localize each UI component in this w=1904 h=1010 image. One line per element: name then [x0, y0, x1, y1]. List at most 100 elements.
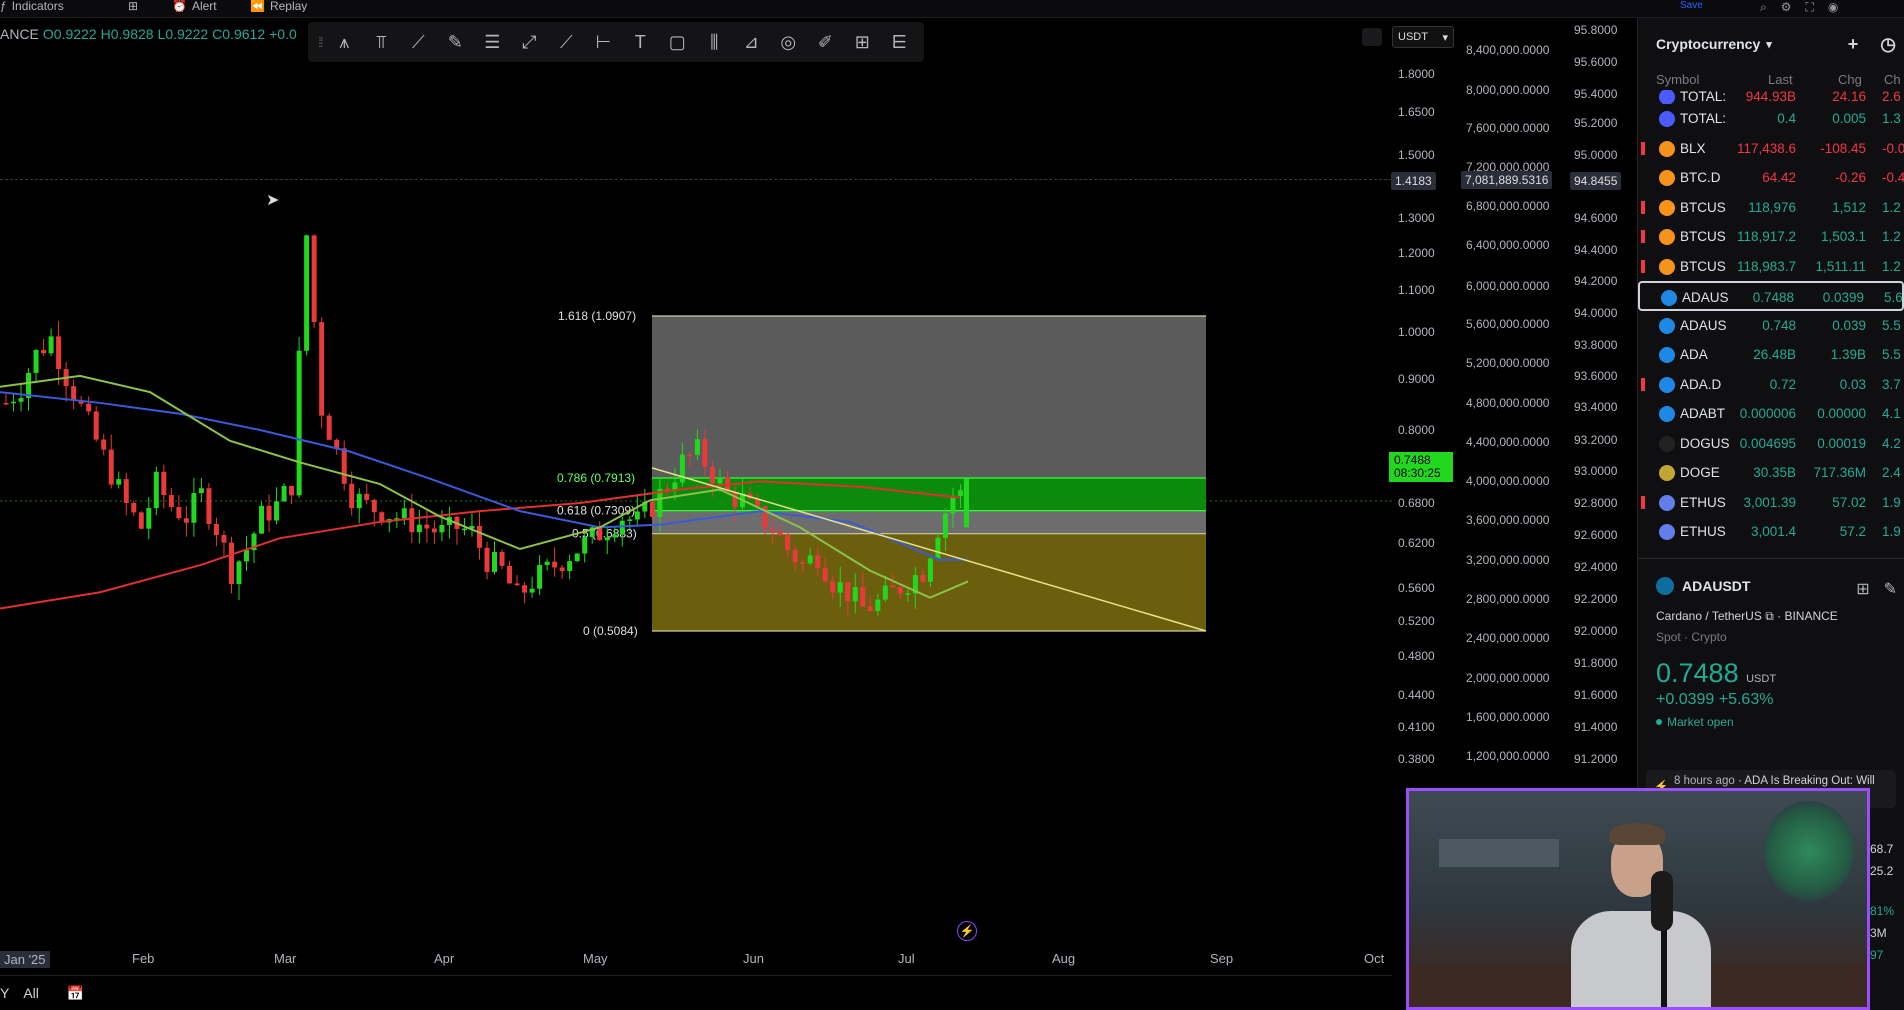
- column-last[interactable]: Last: [1768, 72, 1793, 87]
- flag-icon[interactable]: [1641, 377, 1645, 391]
- candle-body: [274, 501, 280, 521]
- text-tool-icon[interactable]: T: [626, 28, 655, 56]
- row-symbol: BTC.D: [1680, 170, 1721, 185]
- pen-tool-icon[interactable]: ✐: [811, 28, 840, 56]
- dominance-axis-tick: 93.8000: [1574, 338, 1618, 352]
- dominance-axis-tick: 91.8000: [1574, 656, 1618, 670]
- watchlist-row[interactable]: ADA 26.48B 1.39B 5.5: [1638, 340, 1904, 370]
- watchlist-row[interactable]: ADAUS 0.7488 0.0399 5.6: [1638, 281, 1904, 311]
- candle-body: [153, 471, 159, 509]
- add-icon[interactable]: +: [1848, 34, 1859, 55]
- candle-body: [514, 583, 520, 586]
- currency-select[interactable]: USDT ▾: [1392, 26, 1454, 48]
- drawing-toolbar: ⁞⁞ ⩚ ⫪ ⟋ ✎ ☰ ⤢ ⟋ ⊢ T ▢ ⫼ ⊿ ◎ ✐ ⊞ ⋿: [308, 22, 924, 62]
- chevron-down-icon[interactable]: ▾: [1766, 38, 1772, 51]
- alert-button[interactable]: ⏰ Alert: [172, 0, 217, 12]
- column-chg[interactable]: Chg: [1838, 72, 1862, 87]
- candle-body: [138, 512, 144, 529]
- replay-label: Replay: [269, 0, 308, 12]
- rectangle-tool-icon[interactable]: ▢: [663, 28, 692, 56]
- watchlist-title[interactable]: Cryptocurrency: [1656, 36, 1760, 52]
- text-cursor-tool-icon[interactable]: ⫪: [367, 28, 396, 56]
- watchlist-row[interactable]: ADA.D 0.72 0.03 3.7: [1638, 370, 1904, 400]
- settings-icon[interactable]: ⚙: [1781, 0, 1792, 15]
- watchlist-row[interactable]: BTCUS 118,976 1,512 1.2: [1638, 193, 1904, 223]
- layout-icon[interactable]: ⊞: [128, 0, 138, 12]
- grid-tool-icon[interactable]: ⊞: [848, 28, 877, 56]
- watchlist-row[interactable]: BLX 117,438.6 -108.45 -0.0: [1638, 134, 1904, 164]
- candle-body: [371, 499, 377, 513]
- flag-icon[interactable]: [1641, 200, 1645, 214]
- target-tool-icon[interactable]: ◎: [774, 28, 803, 56]
- row-last: 0.000006: [1739, 406, 1796, 421]
- dominance-axis-tick: 92.2000: [1574, 592, 1618, 606]
- candle-body: [131, 502, 137, 513]
- flag-icon[interactable]: [1641, 495, 1645, 509]
- volume-axis-tick: 8,000,000.0000: [1466, 83, 1550, 97]
- candle-body: [597, 527, 603, 541]
- coin-icon: [1659, 494, 1675, 511]
- camera-icon[interactable]: ◉: [1828, 0, 1838, 15]
- column-chp[interactable]: Ch: [1884, 72, 1901, 87]
- search-icon[interactable]: ⌕: [1760, 0, 1767, 15]
- row-last: 118,917.2: [1736, 229, 1796, 244]
- watchlist-row[interactable]: BTCUS 118,917.2 1,503.1 1.2: [1638, 222, 1904, 252]
- compare-icon[interactable]: [1362, 28, 1382, 46]
- detail-ticker[interactable]: ADAUSDT: [1682, 578, 1750, 594]
- watchlist-row[interactable]: TOTAL: 0.4 0.005 1.3: [1638, 104, 1904, 134]
- flag-icon[interactable]: [1641, 230, 1645, 243]
- watchlist-row[interactable]: DOGE 30.35B 717.36M 2.4: [1638, 458, 1904, 488]
- flag-icon[interactable]: [1641, 141, 1645, 155]
- detail-description[interactable]: Cardano / TetherUS: [1656, 609, 1762, 623]
- edit-icon[interactable]: ✎: [1884, 579, 1897, 599]
- row-symbol: BTCUS: [1680, 199, 1726, 215]
- watchlist-row[interactable]: ETHUS 3,001.39 57.02 1.9: [1638, 488, 1904, 518]
- watchlist-row[interactable]: ADABT 0.000006 0.00000 4.1: [1638, 399, 1904, 429]
- bars-pattern-tool-icon[interactable]: ⫼: [700, 28, 729, 56]
- save-button[interactable]: Save: [1680, 0, 1703, 11]
- flag-icon[interactable]: [1641, 259, 1645, 273]
- dominance-axis-tick: 94.0000: [1574, 306, 1618, 320]
- watchlist-row[interactable]: BTCUS 118,983.7 1,511.11 1.2: [1638, 252, 1904, 282]
- watchlist-row[interactable]: TOTAL: 944.93B 24.16 2.6: [1638, 90, 1904, 104]
- row-last: 117,438.6: [1736, 140, 1796, 156]
- replay-button[interactable]: ⏪ Replay: [250, 0, 307, 12]
- ray-tool-icon[interactable]: ⟋: [552, 28, 581, 56]
- price-chart[interactable]: 1.618 (1.0907)0.786 (0.7913)0.618 (0.730…: [0, 18, 1392, 950]
- watchlist-row[interactable]: BTC.D 64.42 -0.26 -0.4: [1638, 163, 1904, 193]
- candle-body: [18, 398, 24, 402]
- external-link-icon[interactable]: ⧉: [1765, 609, 1774, 623]
- drag-handle-icon[interactable]: ⁞⁞: [318, 34, 324, 50]
- fib-tool-icon[interactable]: ⤢: [515, 28, 544, 56]
- countdown-value: 08:30:25: [1394, 466, 1441, 480]
- angle-tool-icon[interactable]: ⊿: [737, 28, 766, 56]
- candle-body: [882, 585, 888, 600]
- layout-icon[interactable]: ◷: [1880, 34, 1896, 55]
- watchlist-row[interactable]: ADAUS 0.748 0.039 5.5: [1638, 311, 1904, 341]
- row-change-percent: 1.9: [1882, 494, 1901, 510]
- volume-axis-tick: 4,400,000.0000: [1466, 435, 1550, 449]
- trendline-tool-icon[interactable]: ⟋: [404, 28, 433, 56]
- range-all-button[interactable]: All: [23, 985, 39, 1001]
- candle-body: [627, 519, 633, 521]
- range-year-button[interactable]: Y: [0, 985, 9, 1001]
- calendar-icon[interactable]: 📅: [67, 985, 84, 1002]
- parallel-channel-tool-icon[interactable]: ☰: [478, 28, 507, 56]
- more-tools-icon[interactable]: ⋿: [885, 28, 914, 56]
- indicators-button[interactable]: ƒ Indicators: [0, 0, 64, 12]
- row-symbol: BTCUS: [1680, 229, 1726, 244]
- side-value: 81%: [1870, 904, 1895, 918]
- candle-body: [552, 561, 558, 568]
- lightning-icon[interactable]: ⚡: [957, 921, 977, 941]
- watchlist-row[interactable]: DOGUS 0.004695 0.00019 4.2: [1638, 429, 1904, 459]
- detail-type: Spot · Crypto: [1656, 630, 1727, 644]
- candle-body: [48, 336, 54, 354]
- grid-icon[interactable]: ⊞: [1856, 579, 1869, 599]
- measure-tool-icon[interactable]: ⊢: [589, 28, 618, 56]
- watchlist-row[interactable]: ETHUS 3,001.4 57.2 1.9: [1638, 517, 1904, 547]
- brush-tool-icon[interactable]: ✎: [441, 28, 470, 56]
- column-symbol[interactable]: Symbol: [1656, 72, 1699, 87]
- pattern-tool-icon[interactable]: ⩚: [330, 28, 359, 56]
- fullscreen-icon[interactable]: ⛶: [1806, 0, 1814, 15]
- price-axis-tick: 0.9000: [1398, 372, 1435, 386]
